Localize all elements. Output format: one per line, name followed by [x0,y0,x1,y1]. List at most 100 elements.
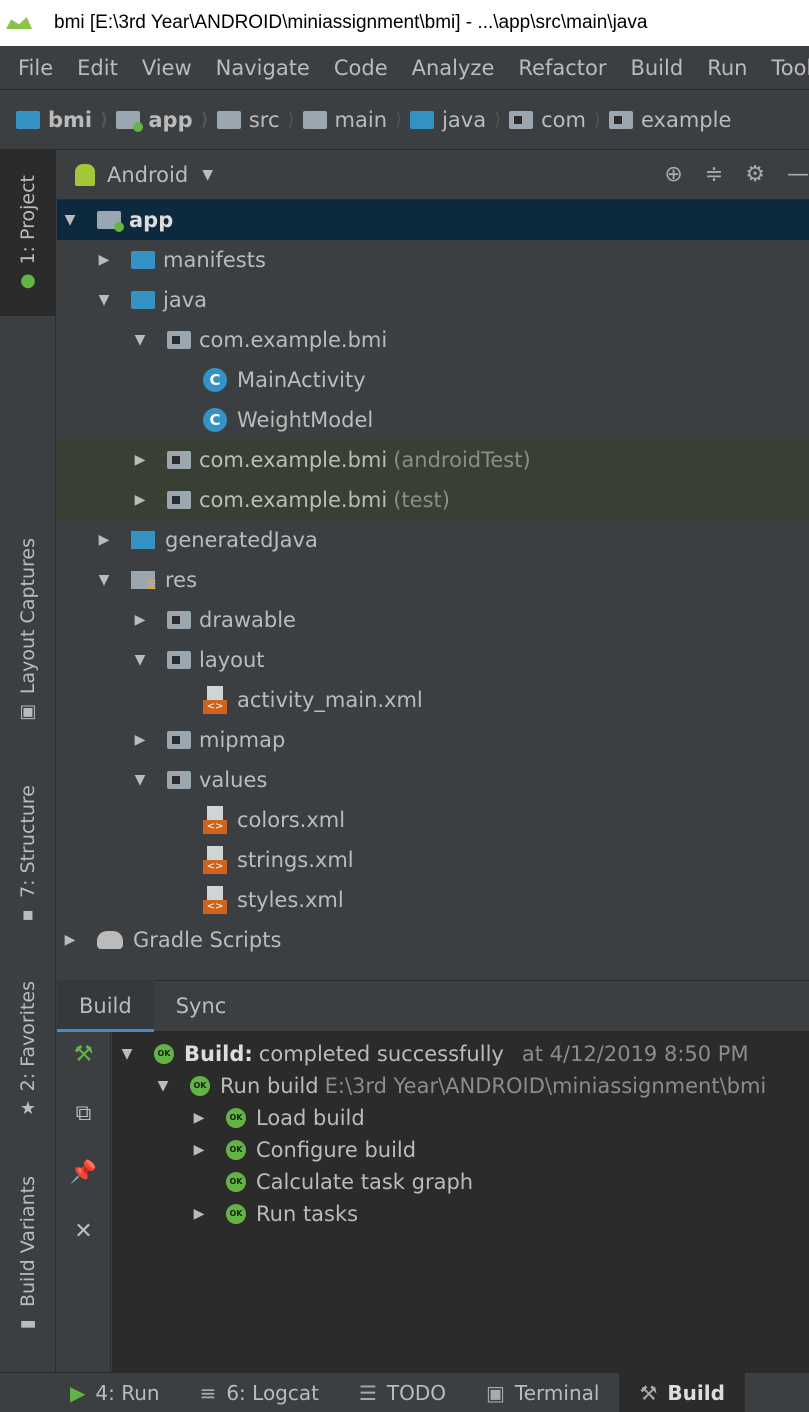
tree-node-main-activity[interactable]: C MainActivity [57,360,809,400]
tool-todo[interactable]: ☰ TODO [339,1373,466,1412]
tab-project[interactable]: 1: Project ● [0,150,56,316]
menu-tools[interactable]: Tools [759,56,809,80]
package-icon [167,331,191,349]
breadcrumb-item-bmi[interactable]: bmi ⟩ [16,108,116,132]
breadcrumb-label: example [640,107,732,132]
terminal-icon: ▣ [486,1380,505,1405]
build-node-calculate-task-graph[interactable]: OK Calculate task graph [226,1166,473,1198]
tree-node-package-test[interactable]: ▶ com.example.bmi (test) [57,480,809,520]
breadcrumb-item-example[interactable]: example [608,107,732,132]
tree-node-styles-xml[interactable]: styles.xml [57,880,809,920]
menu-view[interactable]: View [130,56,204,80]
collapsed-arrow-icon[interactable]: ▶ [192,1110,206,1126]
gear-icon[interactable]: ⚙ [745,162,765,187]
collapsed-arrow-icon[interactable]: ▶ [97,532,111,548]
tab-build[interactable]: Build [57,980,154,1032]
breadcrumb-item-main[interactable]: main ⟩ [302,108,411,132]
menu-file[interactable]: File [0,56,65,80]
folder-icon [302,110,327,129]
menu-refactor[interactable]: Refactor [506,56,618,80]
tab-sync[interactable]: Sync [154,980,249,1032]
collapse-all-icon[interactable]: ≑ [705,162,723,187]
tool-build[interactable]: ⚒ Build [619,1373,745,1412]
tree-node-label: com.example.bmi [199,328,388,352]
layout-captures-icon: ▣ [19,700,37,722]
breadcrumb-label: java [442,107,487,132]
close-icon[interactable]: ✕ [74,1219,92,1244]
collapsed-arrow-icon[interactable]: ▶ [133,612,147,628]
expanded-arrow-icon[interactable]: ▼ [133,652,147,668]
tree-node-res[interactable]: ▼ res [57,560,809,600]
build-node-run-tasks[interactable]: ▶ OK Run tasks [192,1198,358,1230]
tab-favorites[interactable]: 2: Favorites ★ [0,975,56,1125]
folder-icon [216,110,241,129]
xml-file-icon [203,846,227,874]
collapsed-arrow-icon[interactable]: ▶ [63,932,77,948]
build-node-load-build[interactable]: ▶ OK Load build [192,1102,365,1134]
tab-project-label: 1: Project [17,174,39,265]
tree-node-values[interactable]: ▼ values [57,760,809,800]
tool-terminal[interactable]: ▣ Terminal [466,1373,619,1412]
pin-icon[interactable]: 📌 [70,1160,97,1185]
menu-build[interactable]: Build [618,56,695,80]
tree-node-manifests[interactable]: ▶ manifests [57,240,809,280]
collapsed-arrow-icon[interactable]: ▶ [133,732,147,748]
expanded-arrow-icon[interactable]: ▼ [63,212,77,228]
breadcrumb-item-app[interactable]: app ⟩ [116,108,216,132]
tool-run[interactable]: ▶ 4: Run [0,1373,180,1412]
tree-node-generated-java[interactable]: ▶ generatedJava [57,520,809,560]
package-icon [167,451,191,469]
success-icon: OK [154,1044,174,1064]
menu-navigate[interactable]: Navigate [204,56,322,80]
breadcrumb-item-src[interactable]: src ⟩ [216,108,303,132]
menu-run[interactable]: Run [695,56,759,80]
breadcrumb-item-java[interactable]: java ⟩ [410,108,509,132]
tree-node-java[interactable]: ▼ java [57,280,809,320]
expanded-arrow-icon[interactable]: ▼ [133,772,147,788]
build-panel-tabs: Build Sync [57,980,809,1032]
collapsed-arrow-icon[interactable]: ▶ [97,252,111,268]
breadcrumb-separator: ⟩ [287,109,295,130]
tree-node-layout[interactable]: ▼ layout [57,640,809,680]
breadcrumb-item-com[interactable]: com ⟩ [509,108,609,132]
menu-edit[interactable]: Edit [65,56,130,80]
hammer-icon[interactable]: ⚒ [74,1042,94,1067]
success-icon: OK [190,1076,210,1096]
tab-layout-captures[interactable]: Layout Captures ▣ [0,530,56,730]
hide-icon[interactable]: — [787,162,809,187]
build-node-root[interactable]: ▼ OK Build: completed successfully at 4/… [120,1038,749,1070]
locate-icon[interactable]: ⊕ [664,162,682,187]
tab-structure[interactable]: 7: Structure ▪ [0,775,56,935]
tab-build-variants[interactable]: Build Variants ▬ [0,1165,56,1345]
expanded-arrow-icon[interactable]: ▼ [97,572,111,588]
tree-node-strings-xml[interactable]: strings.xml [57,840,809,880]
build-node-configure-build[interactable]: ▶ OK Configure build [192,1134,417,1166]
tree-node-drawable[interactable]: ▶ drawable [57,600,809,640]
tool-logcat[interactable]: ≡ 6: Logcat [180,1373,339,1412]
tree-node-gradle-scripts[interactable]: ▶ Gradle Scripts [57,920,809,960]
build-node-run-build[interactable]: ▼ OK Run build E:\3rd Year\ANDROID\minia… [156,1070,767,1102]
tree-node-colors-xml[interactable]: colors.xml [57,800,809,840]
tree-node-package-main[interactable]: ▼ com.example.bmi [57,320,809,360]
toggle-view-icon[interactable]: ⧉ [76,1101,92,1126]
expanded-arrow-icon[interactable]: ▼ [97,292,111,308]
collapsed-arrow-icon[interactable]: ▶ [133,452,147,468]
tab-layout-captures-label: Layout Captures [17,538,39,695]
tree-node-app[interactable]: ▼ app [57,200,809,240]
collapsed-arrow-icon[interactable]: ▶ [133,492,147,508]
collapsed-arrow-icon[interactable]: ▶ [192,1206,206,1222]
expanded-arrow-icon[interactable]: ▼ [120,1046,134,1062]
view-mode-selector[interactable]: Android [107,163,188,187]
expanded-arrow-icon[interactable]: ▼ [156,1078,170,1094]
menu-analyze[interactable]: Analyze [400,56,507,80]
resource-folder-icon [131,571,157,593]
tree-node-package-android-test[interactable]: ▶ com.example.bmi (androidTest) [57,440,809,480]
expanded-arrow-icon[interactable]: ▼ [133,332,147,348]
tree-node-weight-model[interactable]: C WeightModel [57,400,809,440]
tree-node-activity-main-xml[interactable]: activity_main.xml [57,680,809,720]
menu-code[interactable]: Code [322,56,400,80]
tree-node-mipmap[interactable]: ▶ mipmap [57,720,809,760]
collapsed-arrow-icon[interactable]: ▶ [192,1142,206,1158]
chevron-down-icon[interactable]: ▼ [202,167,213,183]
tab-build-variants-label: Build Variants [17,1175,39,1308]
